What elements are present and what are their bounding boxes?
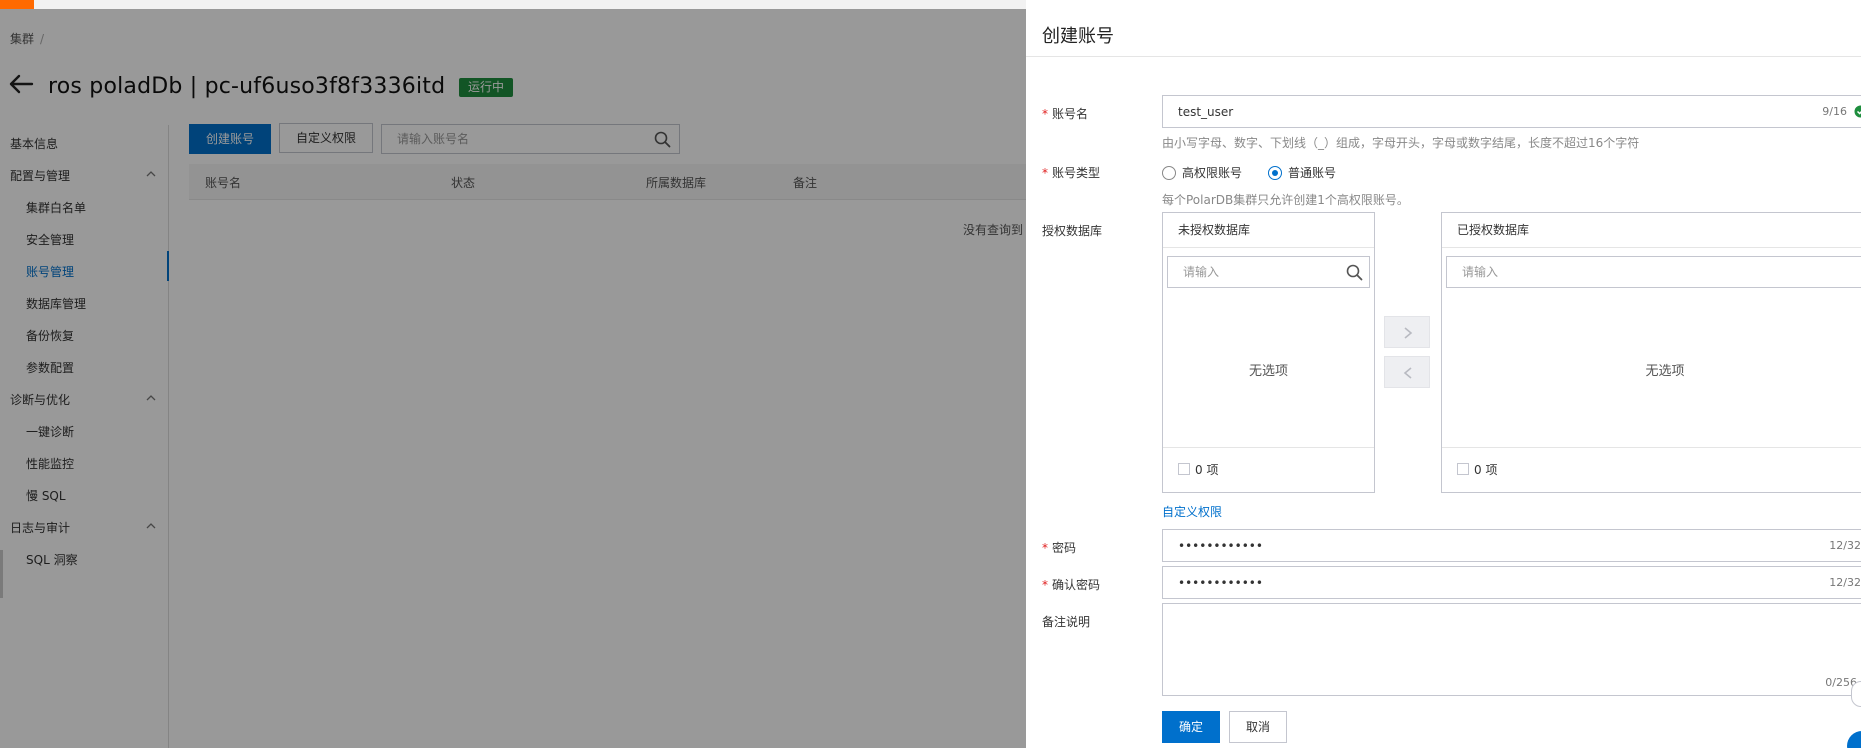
chevron-right-icon [1404, 327, 1413, 339]
radio-privileged-account[interactable]: 高权限账号 [1162, 164, 1242, 181]
cancel-button[interactable]: 取消 [1229, 711, 1288, 743]
authorized-db-search-input[interactable] [1447, 257, 1607, 287]
confirm-password-counter: 12/32 [1829, 576, 1861, 589]
select-all-checkbox[interactable] [1457, 463, 1469, 475]
account-name-input[interactable] [1163, 96, 1803, 127]
confirm-password-field: 12/32 [1162, 566, 1861, 599]
radio-checked-icon[interactable] [1268, 166, 1282, 180]
radio-circle-icon[interactable] [1162, 166, 1176, 180]
create-account-drawer: 创建账号 *账号名 9/16 由小写字母、数字、下划线（_）组成，字母开头，字母… [1026, 0, 1861, 748]
unauthorized-db-title: 未授权数据库 [1163, 213, 1374, 248]
password-field: 12/32 [1162, 529, 1861, 562]
custom-permission-link[interactable]: 自定义权限 [1162, 503, 1222, 520]
radio-standard-account[interactable]: 普通账号 [1268, 164, 1336, 181]
authorized-db-empty: 无选项 [1645, 364, 1685, 379]
confirm-button[interactable]: 确定 [1162, 711, 1221, 743]
unauthorized-db-search-input[interactable] [1168, 257, 1328, 287]
move-right-button[interactable] [1384, 316, 1430, 348]
authorized-db-count: 0 项 [1474, 463, 1498, 477]
confirm-password-input[interactable] [1163, 567, 1803, 598]
brand-logo[interactable] [0, 0, 34, 9]
authorized-db-title: 已授权数据库 [1442, 213, 1861, 248]
account-type-help: 每个PolarDB集群只允许创建1个高权限账号。 [1162, 193, 1409, 207]
move-left-button[interactable] [1384, 356, 1430, 388]
unauthorized-db-count: 0 项 [1195, 463, 1219, 477]
account-type-label: * 账号类型 [1042, 166, 1101, 180]
chevron-left-icon [1403, 367, 1412, 379]
password-input[interactable] [1163, 530, 1803, 561]
unauthorized-db-panel: 未授权数据库 无选项 0 项 [1162, 212, 1375, 493]
unauthorized-db-empty: 无选项 [1248, 364, 1288, 379]
remark-label: 备注说明 [1042, 615, 1091, 629]
authorized-db-search [1446, 256, 1861, 288]
feedback-widget[interactable] [1851, 681, 1861, 707]
confirm-password-label: * 确认密码 [1042, 578, 1101, 592]
unauthorized-db-search [1167, 256, 1370, 288]
search-icon[interactable] [1346, 264, 1363, 281]
account-name-counter: 9/16 [1822, 105, 1847, 118]
account-name-label: * 账号名 [1042, 107, 1089, 121]
authorized-db-label: 授权数据库 [1042, 224, 1103, 238]
account-name-help: 由小写字母、数字、下划线（_）组成，字母开头，字母或数字结尾，长度不超过16个字… [1162, 136, 1640, 150]
password-counter: 12/32 [1829, 539, 1861, 552]
unauthorized-db-footer: 0 项 [1163, 447, 1374, 492]
check-circle-icon [1854, 105, 1861, 118]
password-label: * 密码 [1042, 541, 1077, 555]
account-name-field: 9/16 [1162, 95, 1861, 128]
modal-overlay[interactable] [0, 9, 1026, 748]
select-all-checkbox[interactable] [1178, 463, 1190, 475]
remark-textarea[interactable]: 0/256 [1162, 603, 1861, 696]
drawer-title: 创建账号 [1042, 26, 1114, 47]
authorized-db-panel: 已授权数据库 无选项 0 项 [1441, 212, 1861, 493]
authorized-db-footer: 0 项 [1442, 447, 1861, 492]
drawer-divider [1026, 56, 1861, 57]
